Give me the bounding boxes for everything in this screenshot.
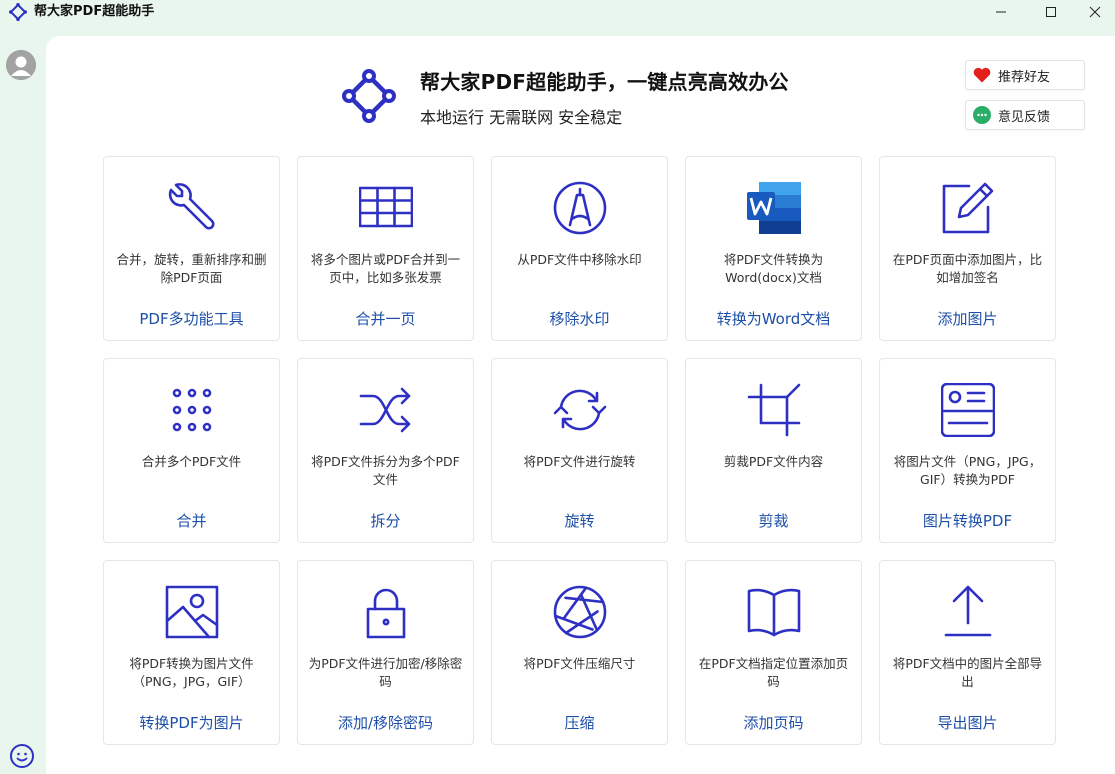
card-title: 导出图片 — [937, 714, 998, 732]
card-split[interactable]: 将PDF文件拆分为多个PDF文件 拆分 — [297, 358, 474, 543]
card-export-images[interactable]: 将PDF文档中的图片全部导出 导出图片 — [879, 560, 1056, 745]
card-description: 将PDF文件转换为Word(docx)文档 — [723, 252, 824, 285]
maximize-icon — [1046, 7, 1056, 17]
main-panel: 帮大家PDF超能助手，一键点亮高效办公 本地运行 无需联网 安全稳定 推荐好友 … — [46, 36, 1115, 774]
wechat-chat-icon — [973, 106, 991, 124]
avatar[interactable] — [6, 50, 36, 80]
card-description: 从PDF文件中移除水印 — [517, 252, 642, 267]
picture-icon — [165, 585, 219, 639]
shuffle-icon — [359, 387, 411, 433]
card-remove-watermark[interactable]: 从PDF文件中移除水印 移除水印 — [491, 156, 668, 341]
crop-icon — [747, 383, 801, 437]
maximize-button[interactable] — [1028, 0, 1074, 24]
card-title: 合并 — [176, 512, 207, 530]
hero-logo-icon — [342, 69, 396, 123]
rotate-icon — [553, 389, 607, 431]
image-card-icon — [941, 383, 995, 437]
card-description: 剪裁PDF文件内容 — [723, 454, 824, 469]
card-description: 将PDF文档中的图片全部导出 — [892, 656, 1043, 689]
edit-icon — [942, 182, 994, 234]
close-icon — [1089, 6, 1101, 18]
close-button[interactable] — [1072, 0, 1115, 24]
card-title: 合并一页 — [355, 310, 416, 328]
grid-table-icon — [359, 186, 413, 228]
watermark-icon — [553, 181, 607, 235]
card-title: 添加页码 — [743, 714, 804, 732]
card-title: 转换PDF为图片 — [139, 714, 244, 732]
heart-icon — [973, 67, 991, 83]
feedback-button[interactable]: 意见反馈 — [965, 100, 1085, 130]
word-icon — [747, 182, 801, 234]
card-title: 移除水印 — [549, 310, 610, 328]
card-rotate[interactable]: 将PDF文件进行旋转 旋转 — [491, 358, 668, 543]
card-title: 旋转 — [564, 512, 595, 530]
card-description: 合并，旋转，重新排序和删除PDF页面 — [116, 252, 267, 285]
card-description: 将PDF转换为图片文件（PNG，JPG，GIF） — [129, 656, 254, 689]
page-title: 帮大家PDF超能助手，一键点亮高效办公 — [420, 70, 789, 94]
card-title: 图片转换PDF — [922, 512, 1013, 530]
card-crop[interactable]: 剪裁PDF文件内容 剪裁 — [685, 358, 862, 543]
title-bar: 帮大家PDF超能助手 — [0, 0, 1115, 24]
recommend-friend-button[interactable]: 推荐好友 — [965, 60, 1085, 90]
card-description: 在PDF文档指定位置添加页码 — [698, 656, 849, 689]
card-page-numbers[interactable]: 在PDF文档指定位置添加页码 添加页码 — [685, 560, 862, 745]
card-title: 拆分 — [370, 512, 401, 530]
card-title: 添加图片 — [937, 310, 998, 328]
card-convert-word[interactable]: 将PDF文件转换为Word(docx)文档 转换为Word文档 — [685, 156, 862, 341]
minimize-icon — [996, 11, 1006, 13]
card-description: 在PDF页面中添加图片，比如增加签名 — [892, 252, 1043, 285]
user-avatar-icon — [6, 50, 36, 80]
card-pdf-to-image[interactable]: 将PDF转换为图片文件（PNG，JPG，GIF） 转换PDF为图片 — [103, 560, 280, 745]
upload-icon — [944, 585, 992, 637]
card-title: 转换为Word文档 — [716, 310, 831, 328]
card-merge-one-page[interactable]: 将多个图片或PDF合并到一页中，比如多张发票 合并一页 — [297, 156, 474, 341]
card-title: PDF多功能工具 — [139, 310, 244, 328]
card-description: 将PDF文件进行旋转 — [523, 454, 636, 469]
card-title: 添加/移除密码 — [337, 714, 434, 732]
lock-icon — [366, 588, 406, 639]
dots-grid-icon — [172, 388, 212, 432]
book-icon — [747, 588, 801, 637]
card-description: 合并多个PDF文件 — [141, 454, 242, 469]
card-title: 压缩 — [564, 714, 595, 732]
card-image-to-pdf[interactable]: 将图片文件（PNG，JPG，GIF）转换为PDF 图片转换PDF — [879, 358, 1056, 543]
card-add-image[interactable]: 在PDF页面中添加图片，比如增加签名 添加图片 — [879, 156, 1056, 341]
card-password[interactable]: 为PDF文件进行加密/移除密码 添加/移除密码 — [297, 560, 474, 745]
card-description: 将PDF文件拆分为多个PDF文件 — [311, 454, 460, 487]
smile-icon[interactable] — [9, 743, 35, 769]
card-description: 为PDF文件进行加密/移除密码 — [308, 656, 463, 689]
feature-grid: 合并，旋转，重新排序和删除PDF页面 PDF多功能工具 将多个图片或PDF合并到… — [103, 156, 1056, 745]
aperture-icon — [553, 585, 607, 639]
minimize-button[interactable] — [978, 0, 1024, 24]
feedback-label: 意见反馈 — [998, 109, 1051, 125]
page-subtitle: 本地运行 无需联网 安全稳定 — [420, 108, 623, 127]
wrench-icon — [168, 183, 215, 230]
card-compress[interactable]: 将PDF文件压缩尺寸 压缩 — [491, 560, 668, 745]
app-logo-icon — [9, 3, 27, 21]
card-pdf-multi-tool[interactable]: 合并，旋转，重新排序和删除PDF页面 PDF多功能工具 — [103, 156, 280, 341]
card-title: 剪裁 — [758, 512, 789, 530]
card-merge[interactable]: 合并多个PDF文件 合并 — [103, 358, 280, 543]
window-title: 帮大家PDF超能助手 — [34, 4, 155, 19]
card-description: 将PDF文件压缩尺寸 — [523, 656, 636, 671]
recommend-friend-label: 推荐好友 — [998, 69, 1051, 85]
card-description: 将多个图片或PDF合并到一页中，比如多张发票 — [310, 252, 461, 285]
card-description: 将图片文件（PNG，JPG，GIF）转换为PDF — [893, 454, 1042, 487]
